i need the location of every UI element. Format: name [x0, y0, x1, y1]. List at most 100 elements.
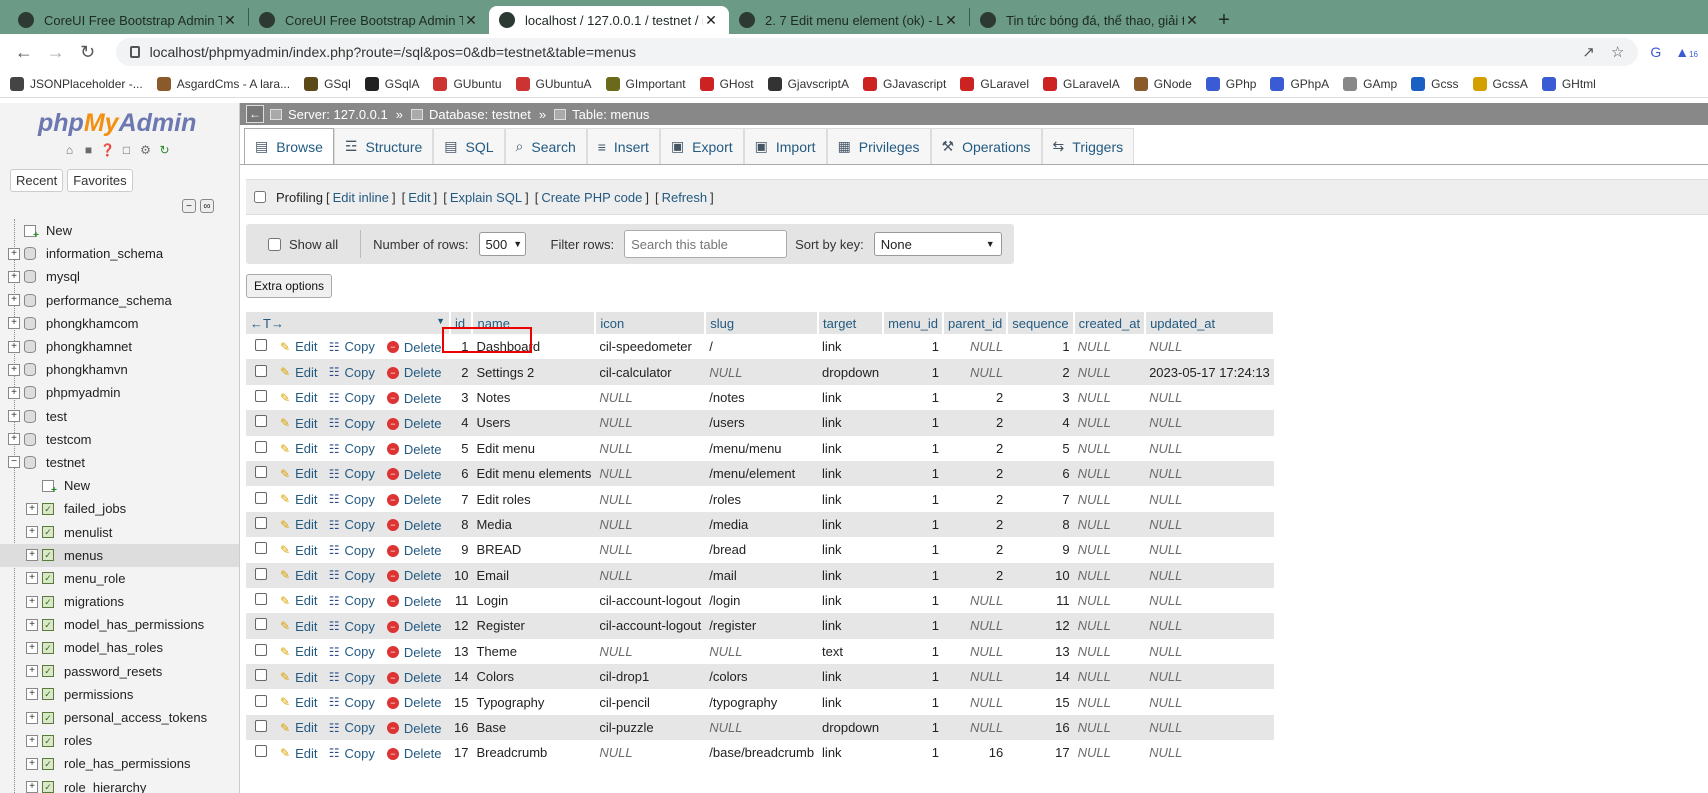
cell-icon[interactable]: cil-speedometer: [595, 334, 706, 360]
copy-row-button[interactable]: ☷ Copy: [329, 670, 375, 685]
cell-updated-at[interactable]: NULL: [1145, 714, 1274, 741]
collapse-all-icon[interactable]: −: [182, 199, 196, 213]
edit-row-button[interactable]: ✎ Edit: [280, 339, 317, 354]
expand-icon[interactable]: +: [26, 618, 38, 631]
link-icon[interactable]: ∞: [200, 199, 214, 213]
row-checkbox[interactable]: [255, 491, 267, 504]
cell-id[interactable]: 16: [450, 714, 473, 741]
tab-insert[interactable]: ≡ Insert: [586, 128, 660, 164]
tab-search[interactable]: ⌕ Search: [504, 128, 587, 164]
cell-menu-id[interactable]: 1: [883, 410, 944, 436]
profiling-link-edit-inline[interactable]: Edit inline: [333, 190, 389, 205]
phpmyadmin-logo[interactable]: phpMyAdmin: [38, 109, 196, 138]
cell-parent-id[interactable]: NULL: [943, 359, 1008, 385]
cell-parent-id[interactable]: NULL: [943, 664, 1008, 690]
expand-icon[interactable]: +: [8, 363, 20, 376]
bookmark-item[interactable]: GUbuntuA: [515, 76, 592, 91]
tree-db-information-schema[interactable]: + information_schema: [0, 242, 239, 265]
cell-parent-id[interactable]: 2: [943, 384, 1008, 411]
bookmark-item[interactable]: GLaravelA: [1043, 76, 1120, 91]
copy-row-button[interactable]: ☷ Copy: [329, 416, 375, 431]
cell-target[interactable]: link: [818, 334, 884, 360]
cell-sequence[interactable]: 4: [1007, 410, 1074, 436]
delete-row-button[interactable]: − Delete: [386, 442, 441, 457]
row-checkbox[interactable]: [255, 440, 267, 453]
row-checkbox[interactable]: [255, 643, 267, 656]
cell-name[interactable]: Edit roles: [472, 486, 596, 512]
tab-import[interactable]: ▣ Import: [743, 128, 827, 164]
cell-sequence[interactable]: 1: [1007, 334, 1074, 360]
sort-by-key-select[interactable]: None ▼: [873, 232, 1002, 256]
delete-row-button[interactable]: − Delete: [386, 492, 441, 507]
copy-row-button[interactable]: ☷ Copy: [329, 390, 375, 405]
column-header-created-at[interactable]: created_at: [1073, 312, 1147, 334]
bookmark-item[interactable]: GJavascript: [862, 76, 946, 91]
bookmark-item[interactable]: GSqlA: [364, 76, 419, 91]
expand-icon[interactable]: +: [8, 410, 20, 423]
bookmark-item[interactable]: GPhpA: [1270, 76, 1329, 91]
cell-target[interactable]: link: [818, 384, 884, 411]
cell-sequence[interactable]: 15: [1007, 689, 1074, 715]
tree-table-role-hierarchy[interactable]: + ✓ role_hierarchy: [0, 776, 239, 793]
logout-icon[interactable]: ■: [81, 143, 96, 158]
extra-options-button[interactable]: Extra options: [246, 274, 333, 298]
cell-menu-id[interactable]: 1: [883, 537, 944, 563]
copy-row-button[interactable]: ☷ Copy: [329, 492, 375, 507]
tree-table-model-has-roles[interactable]: + ✓ model_has_roles: [0, 636, 239, 659]
edit-row-button[interactable]: ✎ Edit: [280, 390, 317, 405]
tree-table-New[interactable]: New: [0, 474, 239, 497]
profiling-link-explain-sql[interactable]: Explain SQL: [450, 190, 522, 205]
cell-name[interactable]: BREAD: [472, 537, 596, 563]
cell-target[interactable]: link: [818, 435, 884, 461]
cell-slug[interactable]: NULL: [705, 714, 819, 741]
cell-parent-id[interactable]: 16: [943, 740, 1008, 766]
cell-sequence[interactable]: 12: [1007, 613, 1074, 639]
tree-table-menus[interactable]: + ✓ menus: [0, 543, 239, 567]
cell-name[interactable]: Dashboard: [472, 334, 596, 360]
cell-created-at[interactable]: NULL: [1073, 486, 1146, 512]
home-icon[interactable]: ⌂: [62, 143, 77, 158]
column-header-id[interactable]: id: [450, 312, 474, 334]
edit-row-button[interactable]: ✎ Edit: [280, 517, 317, 532]
cell-created-at[interactable]: NULL: [1073, 435, 1146, 461]
bookmark-item[interactable]: GImportant: [605, 76, 686, 91]
cell-slug[interactable]: /menu/menu: [705, 435, 819, 461]
cell-updated-at[interactable]: NULL: [1145, 435, 1274, 461]
tree-db-test[interactable]: + test: [0, 405, 239, 428]
delete-row-button[interactable]: − Delete: [386, 619, 441, 634]
cell-menu-id[interactable]: 1: [883, 638, 944, 665]
expand-icon[interactable]: +: [26, 734, 38, 747]
cell-menu-id[interactable]: 1: [883, 562, 944, 588]
delete-row-button[interactable]: − Delete: [386, 543, 441, 558]
num-rows-select[interactable]: 500 ▼: [478, 232, 526, 256]
copy-row-button[interactable]: ☷ Copy: [329, 543, 375, 558]
tab-structure[interactable]: ☲ Structure: [333, 128, 434, 164]
bookmark-item[interactable]: JSONPlaceholder -...: [10, 76, 143, 91]
profiling-link-create-php-code[interactable]: Create PHP code: [541, 190, 642, 205]
cell-id[interactable]: 10: [450, 562, 473, 588]
edit-row-button[interactable]: ✎ Edit: [280, 568, 317, 583]
expand-icon[interactable]: +: [26, 549, 38, 562]
tree-db-phongkhamcom[interactable]: + phongkhamcom: [0, 312, 239, 335]
cell-icon[interactable]: NULL: [595, 740, 706, 766]
tree-table-password-resets[interactable]: + ✓ password_resets: [0, 660, 239, 683]
tree-table-migrations[interactable]: + ✓ migrations: [0, 590, 239, 613]
delete-row-button[interactable]: − Delete: [386, 746, 441, 761]
cell-menu-id[interactable]: 1: [883, 740, 944, 766]
tree-table-roles[interactable]: + ✓ roles: [0, 729, 239, 752]
cell-slug[interactable]: /register: [705, 613, 819, 639]
expand-icon[interactable]: +: [8, 386, 20, 399]
cell-created-at[interactable]: NULL: [1073, 460, 1146, 487]
cell-target[interactable]: dropdown: [818, 714, 884, 741]
cell-updated-at[interactable]: NULL: [1145, 689, 1274, 715]
column-header-menu-id[interactable]: menu_id: [883, 312, 945, 334]
cell-slug[interactable]: /notes: [705, 384, 819, 411]
row-checkbox[interactable]: [255, 745, 267, 758]
row-checkbox[interactable]: [255, 389, 267, 402]
cell-sequence[interactable]: 7: [1007, 486, 1074, 512]
cell-parent-id[interactable]: 2: [943, 511, 1008, 538]
cell-id[interactable]: 13: [450, 638, 473, 665]
cell-created-at[interactable]: NULL: [1073, 689, 1146, 715]
tree-table-personal-access-tokens[interactable]: + ✓ personal_access_tokens: [0, 706, 239, 729]
cell-parent-id[interactable]: 2: [943, 537, 1008, 563]
